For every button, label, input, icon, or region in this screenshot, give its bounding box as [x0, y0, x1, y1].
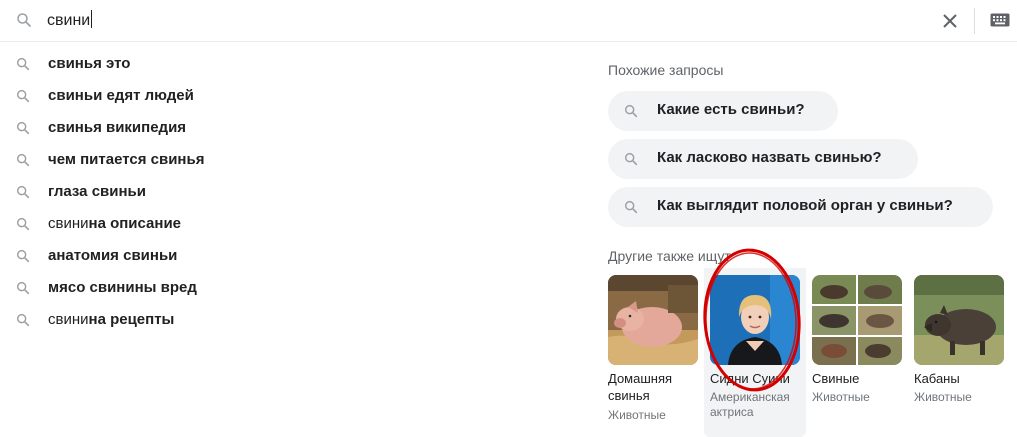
related-query-text: Какие есть свиньи?: [657, 101, 805, 118]
search-icon: [16, 121, 30, 135]
suggestion-text: мясо свинины вред: [48, 279, 197, 296]
search-icon: [16, 89, 30, 103]
entity-card[interactable]: Свиные Животные: [812, 268, 908, 437]
suggestion-text: свинья википедия: [48, 119, 187, 136]
search-icon: [624, 152, 638, 166]
suggestion-text: свинина рецепты: [48, 311, 175, 328]
search-icon: [16, 57, 30, 71]
card-title: Свиные: [812, 371, 860, 386]
entity-card[interactable]: Домашняя свинья Животные: [608, 268, 704, 437]
text-caret: [91, 10, 93, 28]
suggestion-text: глаза свиньи: [48, 183, 146, 200]
suggestion-item[interactable]: свинья это: [0, 48, 580, 80]
card-image-wild-boar: [914, 275, 1004, 365]
suggestion-text: свинья это: [48, 55, 131, 72]
search-icon: [16, 153, 30, 167]
suggestion-item[interactable]: свинина рецепты: [0, 304, 580, 336]
search-icon: [16, 185, 30, 199]
search-bar: свини: [0, 0, 1017, 42]
card-subtitle: Животные: [812, 390, 870, 404]
suggestion-text: свинина описание: [48, 215, 182, 232]
entity-card[interactable]: Сидни Суини Американская актриса: [704, 268, 806, 437]
suggestion-text: чем питается свинья: [48, 151, 205, 168]
suggestion-text: анатомия свиньи: [48, 247, 178, 264]
keyboard-icon[interactable]: [990, 13, 1010, 27]
also-search-title: Другие также ищут: [608, 248, 731, 264]
suggestion-item[interactable]: анатомия свиньи: [0, 240, 580, 272]
card-title: Кабаны: [914, 371, 960, 386]
search-icon: [624, 104, 638, 118]
search-query-text: свини: [47, 12, 91, 29]
search-icon: [16, 217, 30, 231]
search-icon: [17, 13, 31, 27]
suggestion-item[interactable]: чем питается свинья: [0, 144, 580, 176]
card-title: Домашняя свинья: [608, 371, 673, 403]
related-query-text: Как ласково назвать свинью?: [657, 149, 882, 166]
suggestion-item[interactable]: свинина описание: [0, 208, 580, 240]
search-icon: [16, 313, 30, 327]
search-bar-divider: [974, 8, 975, 34]
search-input[interactable]: свини: [47, 10, 93, 31]
related-query-pill[interactable]: Какие есть свиньи?: [608, 91, 838, 131]
related-queries-title: Похожие запросы: [608, 62, 724, 78]
search-icon: [16, 249, 30, 263]
search-icon: [624, 200, 638, 214]
card-image-domestic-pig: [608, 275, 698, 365]
card-image-actress: [710, 275, 800, 365]
card-subtitle: Животные: [914, 390, 972, 404]
related-query-pill[interactable]: Как ласково назвать свинью?: [608, 139, 918, 179]
suggestion-item[interactable]: мясо свинины вред: [0, 272, 580, 304]
card-image-suidae: [812, 275, 902, 365]
card-title: Сидни Суини: [710, 371, 790, 386]
entity-card[interactable]: Кабаны Животные: [914, 268, 1010, 437]
suggestion-item[interactable]: глаза свиньи: [0, 176, 580, 208]
card-subtitle: Животные: [608, 408, 666, 422]
suggestion-text: свиньи едят людей: [48, 87, 194, 104]
related-query-text: Как выглядит половой орган у свиньи?: [657, 197, 953, 214]
close-icon[interactable]: [938, 9, 962, 33]
suggestion-item[interactable]: свиньи едят людей: [0, 80, 580, 112]
related-query-pill[interactable]: Как выглядит половой орган у свиньи?: [608, 187, 993, 227]
search-icon: [16, 281, 30, 295]
suggestion-item[interactable]: свинья википедия: [0, 112, 580, 144]
card-subtitle: Американская актриса: [710, 390, 790, 419]
